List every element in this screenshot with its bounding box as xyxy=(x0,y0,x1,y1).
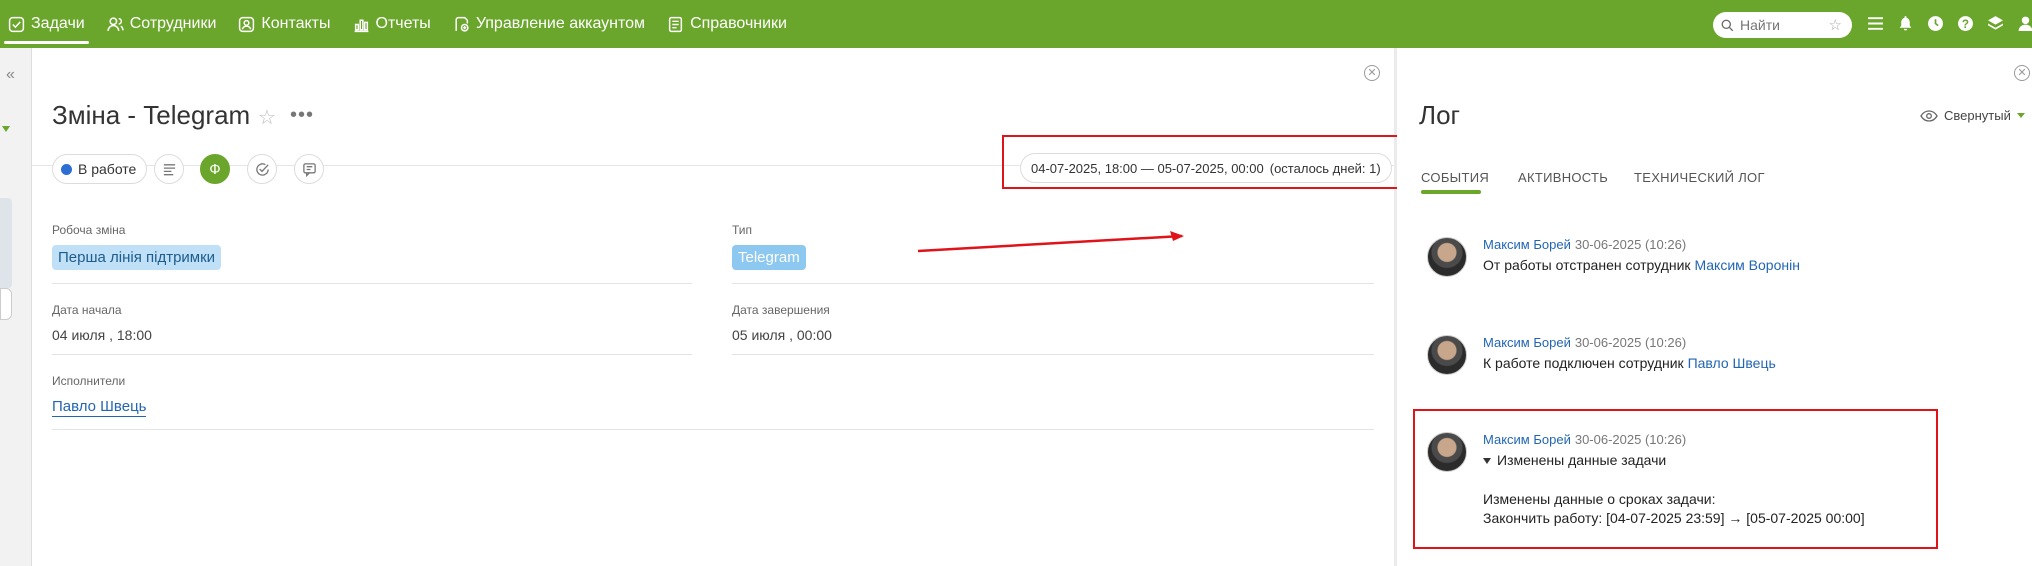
top-nav-bar: Задачи Сотрудники Контакты Отчеты Управл… xyxy=(0,0,2032,48)
description-button[interactable] xyxy=(154,154,184,184)
nav-contacts-label: Контакты xyxy=(261,15,331,32)
view-mode-label: Свернутый xyxy=(1944,108,2011,123)
sidebar-stub xyxy=(0,198,12,288)
field-divider xyxy=(732,283,1374,284)
favorite-star-icon[interactable]: ☆ xyxy=(258,105,276,130)
comments-button[interactable] xyxy=(294,154,324,184)
highlight-box xyxy=(1002,135,1416,189)
entry-author[interactable]: Максим Борей xyxy=(1483,237,1571,252)
entry-user-link[interactable]: Максим Воронін xyxy=(1694,257,1800,273)
field-divider xyxy=(52,283,692,284)
shift-field: Робоча зміна Перша лінія підтримки xyxy=(52,223,222,270)
notification-icon[interactable] xyxy=(1896,13,1915,33)
view-mode-select[interactable]: Свернутый xyxy=(1920,108,2025,123)
log-panel: ✕ Лог Свернутый События Активность Техни… xyxy=(1397,48,2032,566)
nav-employees[interactable]: Сотрудники xyxy=(107,0,217,48)
avatar[interactable] xyxy=(1427,335,1467,375)
search-input[interactable] xyxy=(1740,17,1820,33)
timer-icon[interactable] xyxy=(1926,13,1945,33)
checklist-button[interactable] xyxy=(247,154,277,184)
entry-author[interactable]: Максим Борей xyxy=(1483,335,1571,350)
search-box[interactable]: ☆ xyxy=(1713,12,1852,38)
menu-icon[interactable] xyxy=(1866,13,1885,33)
tab-activity[interactable]: Активность xyxy=(1518,170,1608,185)
favorite-star-icon[interactable]: ☆ xyxy=(1829,16,1842,34)
entry-message: К работе подключен сотрудник xyxy=(1483,355,1688,371)
end-date-field: Дата завершения 05 июля , 00:00 xyxy=(732,303,832,343)
nav-tasks[interactable]: Задачи xyxy=(4,0,89,48)
status-dot-icon xyxy=(61,163,72,175)
entry-text: К работе подключен сотрудник Павло Швець xyxy=(1483,355,1776,371)
expand-arrow-icon[interactable] xyxy=(2,126,10,132)
highlight-box xyxy=(1413,409,1938,549)
shift-tag[interactable]: Перша лінія підтримки xyxy=(52,245,222,270)
start-date-value[interactable]: 04 июля , 18:00 xyxy=(52,327,152,343)
field-divider xyxy=(52,429,1374,430)
nav-tasks-label: Задачи xyxy=(31,15,85,32)
collapse-sidebar-icon[interactable]: « xyxy=(6,66,15,84)
check-circle-icon xyxy=(255,162,269,176)
sidebar-stub-button[interactable] xyxy=(0,288,12,320)
entry-header: Максим Борей 30-06-2025 (10:26) xyxy=(1483,335,1686,350)
active-tab-indicator xyxy=(1421,190,1481,194)
avatar[interactable] xyxy=(1427,237,1467,277)
type-tag[interactable]: Telegram xyxy=(732,245,806,270)
tab-technical-log[interactable]: Технический лог xyxy=(1634,170,1765,185)
left-sidebar-strip: « xyxy=(0,48,32,566)
nav-account[interactable]: Управление аккаунтом xyxy=(453,0,645,48)
end-date-value[interactable]: 05 июля , 00:00 xyxy=(732,327,832,343)
account-icon xyxy=(455,16,469,32)
field-divider xyxy=(52,354,692,355)
more-options-icon[interactable]: ••• xyxy=(290,104,314,127)
nav-reports[interactable]: Отчеты xyxy=(353,0,431,48)
nav-employees-label: Сотрудники xyxy=(129,15,217,32)
users-icon xyxy=(107,16,124,31)
help-icon[interactable]: ? xyxy=(1956,13,1975,33)
svg-text:?: ? xyxy=(1962,17,1969,30)
close-task-icon[interactable]: ✕ xyxy=(1364,65,1380,81)
assignee-link[interactable]: Павло Швець xyxy=(52,398,147,417)
search-icon xyxy=(1721,19,1734,31)
close-log-icon[interactable]: ✕ xyxy=(2014,65,2030,81)
task-card: ✕ Зміна - Telegram ☆ ••• В работе Ф 04-0… xyxy=(32,48,1416,566)
shift-label: Робоча зміна xyxy=(52,223,126,237)
status-label: В работе xyxy=(78,161,137,177)
tab-events[interactable]: События xyxy=(1421,170,1489,185)
chevron-down-icon xyxy=(2016,113,2025,118)
layers-icon[interactable] xyxy=(1986,13,2005,33)
eye-icon xyxy=(1920,109,1938,122)
nav-directories-label: Справочники xyxy=(690,15,787,32)
directory-icon xyxy=(668,16,683,32)
task-title: Зміна - Telegram xyxy=(52,100,251,130)
comment-icon xyxy=(302,162,316,177)
assignees-field: Исполнители Павло Швець xyxy=(52,374,147,417)
tasks-icon xyxy=(8,16,25,32)
profile-icon[interactable] xyxy=(2016,13,2032,33)
log-title: Лог xyxy=(1419,100,1461,130)
status-button[interactable]: В работе xyxy=(52,154,148,184)
form-button-label: Ф xyxy=(209,160,221,178)
entry-user-link[interactable]: Павло Швець xyxy=(1688,355,1776,371)
start-date-field: Дата начала 04 июля , 18:00 xyxy=(52,303,152,343)
annotation-arrow xyxy=(917,231,1184,253)
nav-directories[interactable]: Справочники xyxy=(667,0,787,48)
entry-time: 30-06-2025 (10:26) xyxy=(1574,237,1687,252)
nav-account-label: Управление аккаунтом xyxy=(475,15,646,32)
form-button[interactable]: Ф xyxy=(200,154,230,184)
entry-text: От работы отстранен сотрудник Максим Вор… xyxy=(1483,257,1800,273)
type-label: Тип xyxy=(732,223,753,237)
contacts-icon xyxy=(239,16,255,32)
reports-icon xyxy=(354,19,368,32)
end-date-label: Дата завершения xyxy=(732,303,830,317)
start-date-label: Дата начала xyxy=(52,303,122,317)
nav-reports-label: Отчеты xyxy=(375,15,431,32)
entry-message: От работы отстранен сотрудник xyxy=(1483,257,1695,273)
type-field: Тип Telegram xyxy=(732,223,806,270)
assignees-label: Исполнители xyxy=(52,374,126,388)
entry-header: Максим Борей 30-06-2025 (10:26) xyxy=(1483,237,1686,252)
nav-contacts[interactable]: Контакты xyxy=(238,0,331,48)
description-icon xyxy=(163,163,175,175)
field-divider xyxy=(732,354,1374,355)
entry-time: 30-06-2025 (10:26) xyxy=(1574,335,1687,350)
